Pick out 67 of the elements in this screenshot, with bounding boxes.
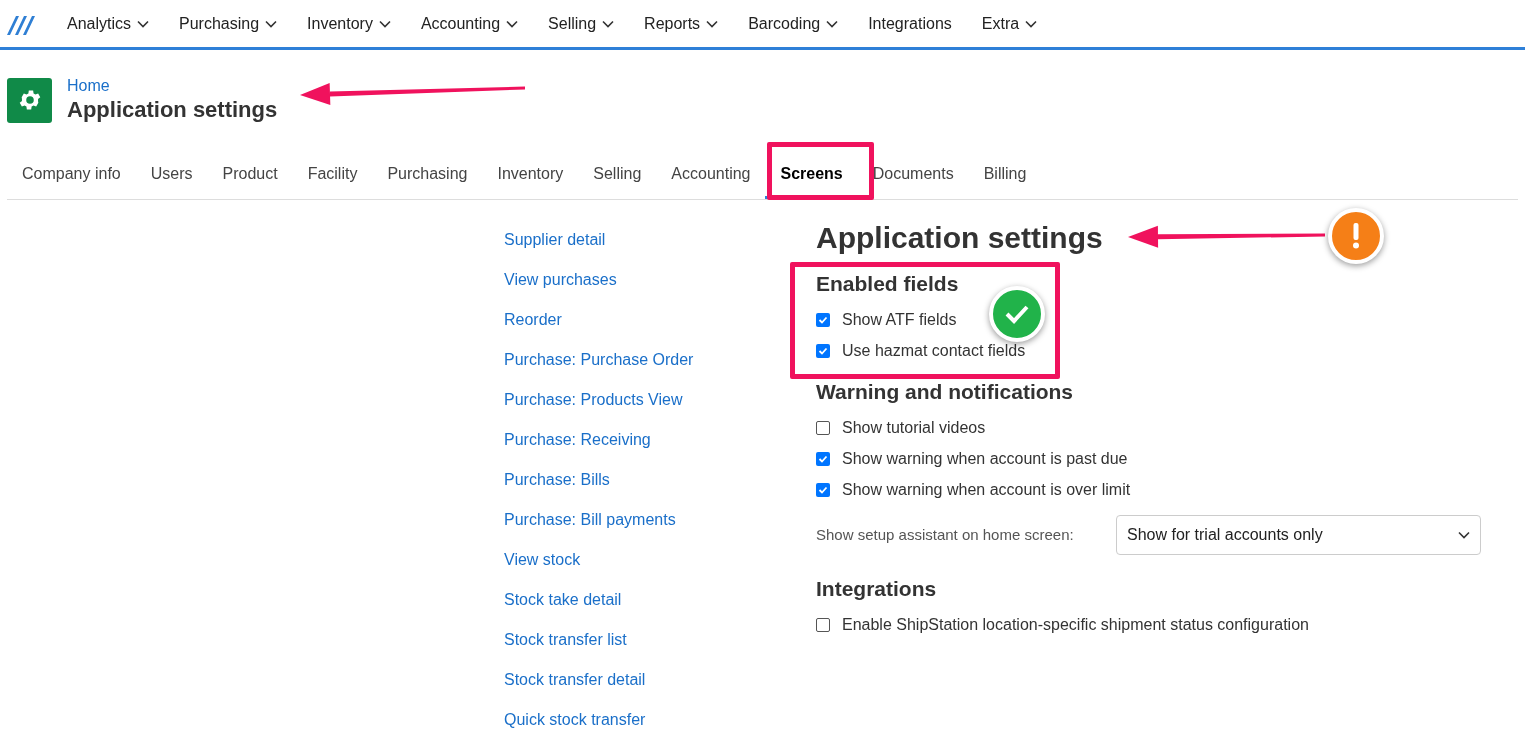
chevron-down-icon [265,19,278,28]
chevron-down-icon [602,19,615,28]
checkbox[interactable] [816,312,830,327]
breadcrumb-link[interactable]: Home [67,76,278,96]
nav-menu-item[interactable]: Reports [636,0,727,47]
screen-link[interactable]: Stock transfer list [504,629,816,650]
screen-link[interactable]: Purchase: Bill payments [504,509,816,530]
screen-link[interactable]: Supplier detail [504,229,816,250]
tab[interactable]: Inventory [482,152,579,199]
nav-menu-item[interactable]: Barcoding [740,0,847,47]
tab[interactable]: Selling [578,152,657,199]
screen-link[interactable]: Purchase: Receiving [504,429,816,450]
settings-icon [7,77,52,123]
tab[interactable]: Purchasing [372,152,483,199]
tab[interactable]: Accounting [656,152,766,199]
checkbox[interactable] [816,343,830,358]
chevron-down-icon [506,19,519,28]
nav-menu-item[interactable]: Integrations [860,0,960,47]
tab[interactable]: Billing [968,152,1042,199]
nav-menu-item[interactable]: Inventory [299,0,399,47]
checkbox[interactable] [816,617,830,632]
checkbox-label: Enable ShipStation location-specific shipment status configuration [842,614,1309,635]
checkbox[interactable] [816,420,830,435]
checkbox[interactable] [816,451,830,466]
checkmark-icon [818,345,828,356]
group-heading: Enabled fields [816,271,960,297]
chevron-down-icon [826,19,839,28]
chevron-down-icon [706,19,719,28]
nav-menu-item[interactable]: Accounting [412,0,527,47]
checkbox-label: Show warning when account is over limit [842,479,1131,500]
tab[interactable]: Company info [7,152,136,199]
chevron-down-icon [1025,19,1038,28]
setup-assistant-dropdown[interactable]: Show for trial accounts only [1116,515,1481,555]
screen-link[interactable]: Stock transfer detail [504,669,816,690]
screen-link[interactable]: View purchases [504,269,816,290]
nav-menu-item[interactable]: Selling [540,0,623,47]
checkmark-icon [818,314,828,325]
select-label: Show setup assistant on home screen: [816,524,1075,545]
screen-link[interactable]: View stock [504,549,816,570]
checkbox-label: Show tutorial videos [842,417,986,438]
chevron-down-icon [1458,531,1470,539]
tab[interactable]: Documents [857,152,969,199]
chevron-down-icon [378,19,391,28]
tab[interactable]: Users [135,152,208,199]
group-heading: Warning and notifications [816,379,1075,405]
screen-link[interactable]: Purchase: Purchase Order [504,349,816,370]
screen-link[interactable]: Stock take detail [504,589,816,610]
section-title: Application settings [816,220,1103,256]
group-heading: Integrations [816,576,938,602]
checkbox-label: Show ATF fields [842,309,957,330]
nav-menu-item[interactable]: Analytics [59,0,158,47]
nav-menu-item[interactable]: Purchasing [171,0,286,47]
chevron-down-icon [137,19,150,28]
checkmark-icon [818,484,828,495]
page-title: Application settings [67,96,278,124]
tab[interactable]: Screens [765,152,858,199]
tab[interactable]: Product [207,152,293,199]
screen-link[interactable]: Reorder [504,309,816,330]
screen-link[interactable]: Purchase: Products View [504,389,816,410]
checkbox[interactable] [816,482,830,497]
checkmark-icon [818,453,828,464]
checkbox-label: Use hazmat contact fields [842,340,1026,361]
nav-menu-item[interactable]: Extra [973,0,1046,47]
tab[interactable]: Facility [292,152,373,199]
checkbox-label: Show warning when account is past due [842,448,1128,469]
screen-link[interactable]: Purchase: Bills [504,469,816,490]
screen-link[interactable]: Quick stock transfer [504,709,816,730]
